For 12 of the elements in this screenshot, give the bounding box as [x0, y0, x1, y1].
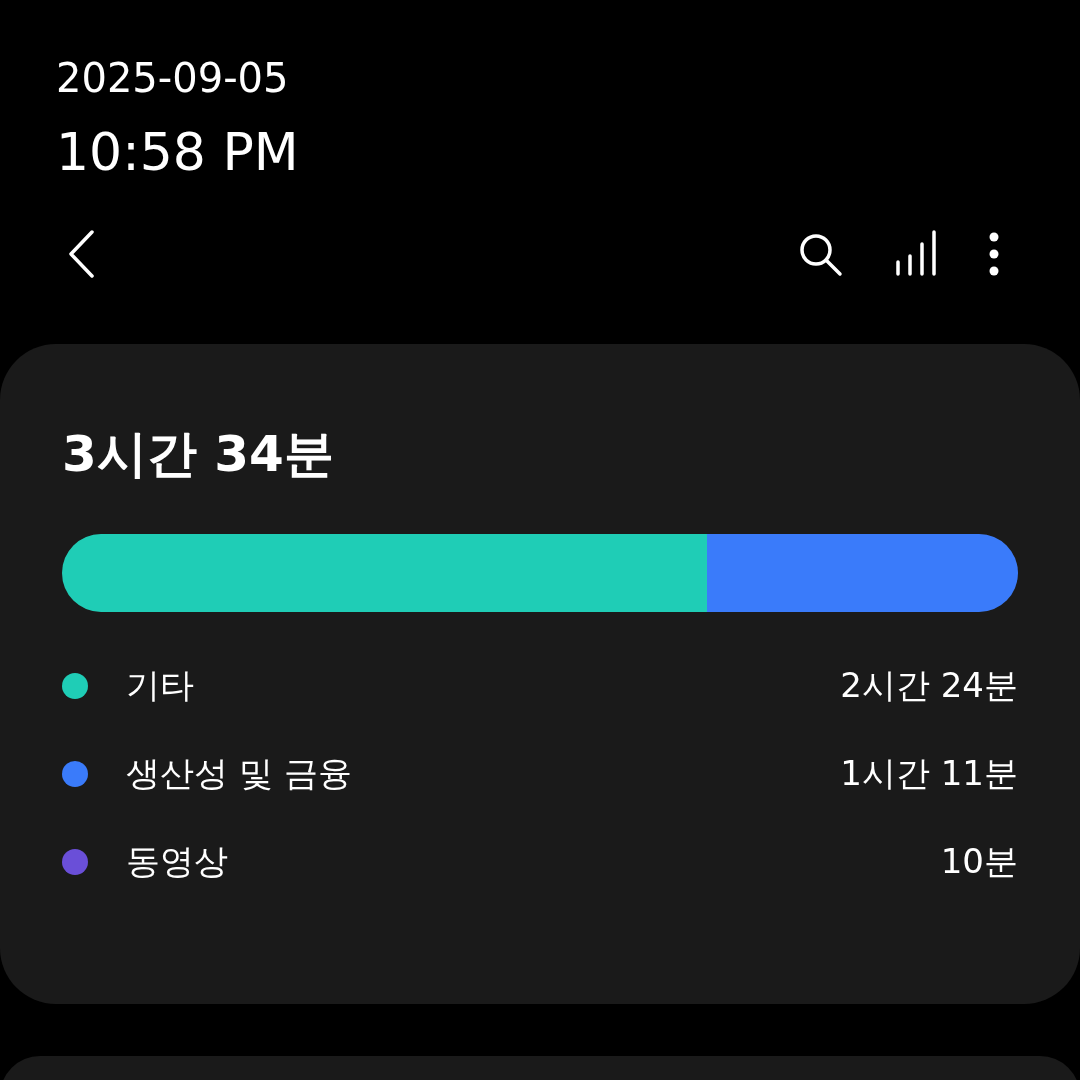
- category-time: 2시간 24분: [840, 664, 1018, 707]
- category-time: 10분: [940, 840, 1018, 883]
- category-name: 생산성 및 금융: [126, 752, 353, 795]
- category-name: 기타: [126, 664, 195, 707]
- category-time: 1시간 11분: [840, 752, 1018, 795]
- more-options-icon[interactable]: [988, 230, 1000, 278]
- category-name: 동영상: [126, 840, 229, 883]
- date-text: 2025-09-05: [56, 54, 290, 103]
- time-text: 10:58 PM: [56, 121, 300, 184]
- total-time: 3시간 34분: [62, 424, 334, 484]
- back-icon[interactable]: [66, 229, 96, 279]
- bar-chart-icon[interactable]: [894, 230, 938, 278]
